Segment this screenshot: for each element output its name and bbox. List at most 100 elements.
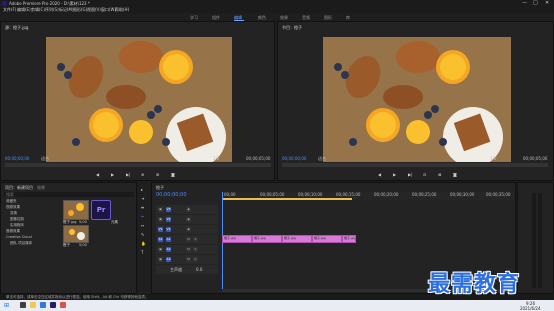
tree-item[interactable]: 团队 项目媒体	[10, 241, 32, 246]
mute-icon[interactable]: M	[186, 247, 191, 252]
razor-tool-icon[interactable]: ✂	[141, 214, 144, 219]
thumbnail-sequence[interactable]	[63, 225, 89, 243]
source-patch-v1[interactable]: V1	[158, 227, 163, 232]
search-icon[interactable]	[20, 302, 26, 308]
selection-tool-icon[interactable]: ▸	[141, 187, 143, 192]
timeline-timecode[interactable]: 00;00;00;00	[156, 192, 187, 198]
timeline-clip[interactable]: 橙子.jpg	[342, 235, 356, 243]
tree-item[interactable]: 图像控制	[10, 217, 24, 222]
audio-meters	[517, 182, 554, 294]
play-icon[interactable]: ▶	[393, 172, 396, 177]
lock-icon[interactable]: ▣	[158, 217, 163, 222]
tools-panel: ▸ ⇥ ⇹ ✂ ↔ ✎ ✋ T	[138, 182, 150, 294]
eye-icon[interactable]: ◉	[186, 227, 191, 232]
solo-icon[interactable]: S	[193, 237, 198, 242]
premiere-sequence-icon[interactable]: Pr	[91, 200, 111, 220]
search-placeholder: 搜索	[6, 192, 14, 197]
track-target-v2[interactable]: V2	[166, 217, 171, 222]
search-input[interactable]: 搜索	[4, 192, 134, 197]
source-timecode-current[interactable]: 00;00;00;00	[5, 156, 29, 161]
food-photo-image	[323, 37, 511, 162]
program-scrub-bar[interactable]	[282, 163, 548, 167]
source-preview-image	[46, 37, 232, 162]
program-fit-dropdown[interactable]: 适合	[318, 156, 326, 162]
thumbnail-label: 橙子	[63, 243, 70, 247]
solo-icon[interactable]: S	[193, 257, 198, 262]
slip-tool-icon[interactable]: ↔	[141, 223, 144, 228]
windows-taskbar: ⊞ 9:26 2021/6/24	[0, 300, 554, 311]
time-ruler[interactable]: 00;00 00;00;05;00 00;00;10;00 00;00;15;0…	[222, 192, 514, 200]
premiere-app-icon	[2, 1, 7, 6]
track-target-v1[interactable]: V1	[166, 227, 171, 232]
export-frame-icon[interactable]: ◙	[171, 172, 175, 177]
work-area-bar[interactable]	[222, 198, 352, 200]
master-volume-value[interactable]: 0.0	[196, 267, 202, 272]
track-target-v3[interactable]: V3	[166, 207, 171, 212]
close-button[interactable]: ✕	[545, 0, 549, 6]
program-timecode-current[interactable]: 00;00;00;00	[282, 156, 306, 161]
solo-icon[interactable]: S	[193, 247, 198, 252]
program-resolution-dropdown[interactable]: 1/2	[490, 156, 496, 161]
clock-date[interactable]: 2021/6/24	[520, 306, 541, 311]
type-tool-icon[interactable]: T	[141, 250, 143, 255]
timeline-clip[interactable]: 橙子.jpg	[282, 235, 312, 243]
timeline-clip[interactable]: 橙子.jpg	[312, 235, 342, 243]
tab-project[interactable]: 项目：新建项目	[5, 185, 33, 191]
tab-effects[interactable]: 效果	[37, 185, 45, 191]
source-resolution-dropdown[interactable]: 1/2	[213, 156, 219, 161]
overwrite-icon[interactable]: ⊞	[156, 172, 159, 177]
step-back-icon[interactable]: ◀	[96, 172, 99, 177]
tree-item[interactable]: 变换	[10, 211, 17, 216]
app-taskbar-icon[interactable]	[60, 302, 66, 308]
source-fit-dropdown[interactable]: 适合	[41, 156, 49, 162]
lock-icon[interactable]: ▣	[158, 207, 163, 212]
eye-icon[interactable]: ◉	[186, 217, 191, 222]
extract-icon[interactable]: ⊠	[438, 172, 441, 177]
step-forward-icon[interactable]: ▶|	[126, 172, 130, 177]
track-target-a2[interactable]: A2	[166, 247, 171, 252]
browser-icon[interactable]	[40, 302, 46, 308]
pen-tool-icon[interactable]: ✎	[141, 232, 144, 237]
tree-item[interactable]: 音频效果	[6, 229, 20, 234]
lock-icon[interactable]: ▣	[158, 247, 163, 252]
step-forward-icon[interactable]: ▶|	[408, 172, 412, 177]
tree-item[interactable]: 视频效果	[6, 205, 20, 210]
program-preview-image	[323, 37, 511, 162]
track-header-v2: ▣ V2 ◉	[156, 215, 218, 224]
mute-icon[interactable]: M	[186, 237, 191, 242]
program-monitor-title[interactable]: 节目：橙子	[282, 25, 302, 31]
timeline-tab[interactable]: 橙子	[156, 185, 164, 191]
insert-icon[interactable]: ⊕	[141, 172, 144, 177]
source-monitor-title[interactable]: 源：橙子.jpg	[5, 25, 28, 31]
audio-meter-left	[532, 193, 536, 288]
ruler-tick: 00;00;20;00	[374, 192, 399, 197]
tree-item[interactable]: 收藏夹	[6, 199, 17, 204]
source-scrub-bar[interactable]	[5, 163, 271, 167]
windows-start-icon[interactable]: ⊞	[4, 302, 9, 309]
ruler-tick: 00;00;15;00	[336, 192, 361, 197]
ripple-edit-icon[interactable]: ⇹	[141, 205, 144, 210]
minimize-button[interactable]: —	[522, 0, 527, 6]
track-target-a1[interactable]: A1	[166, 237, 171, 242]
thumbnail-orange-jpg[interactable]	[63, 200, 89, 220]
play-icon[interactable]: ▶	[111, 172, 114, 177]
timeline-clip[interactable]: 橙子.jpg	[222, 235, 252, 243]
mute-icon[interactable]: M	[186, 257, 191, 262]
tree-item[interactable]: 实用程序	[10, 223, 24, 228]
audio-meter-right	[538, 193, 542, 288]
maximize-button[interactable]: □	[533, 0, 538, 6]
hand-tool-icon[interactable]: ✋	[141, 241, 146, 246]
tree-item[interactable]: Creative Cloud	[6, 235, 32, 239]
timeline-clip[interactable]: 橙子.jpg	[252, 235, 282, 243]
track-header-v1: V1 V1 ◉	[156, 225, 218, 234]
source-patch-a1[interactable]: A1	[158, 237, 163, 242]
lift-icon[interactable]: ⊟	[423, 172, 426, 177]
step-back-icon[interactable]: ◀	[378, 172, 381, 177]
track-target-a3[interactable]: A3	[166, 257, 171, 262]
track-select-icon[interactable]: ⇥	[141, 196, 144, 201]
premiere-taskbar-icon[interactable]	[50, 302, 56, 308]
lock-icon[interactable]: ▣	[158, 257, 163, 262]
file-explorer-icon[interactable]	[30, 302, 36, 308]
eye-icon[interactable]: ◉	[186, 207, 191, 212]
export-frame-icon[interactable]: ◙	[453, 172, 457, 177]
